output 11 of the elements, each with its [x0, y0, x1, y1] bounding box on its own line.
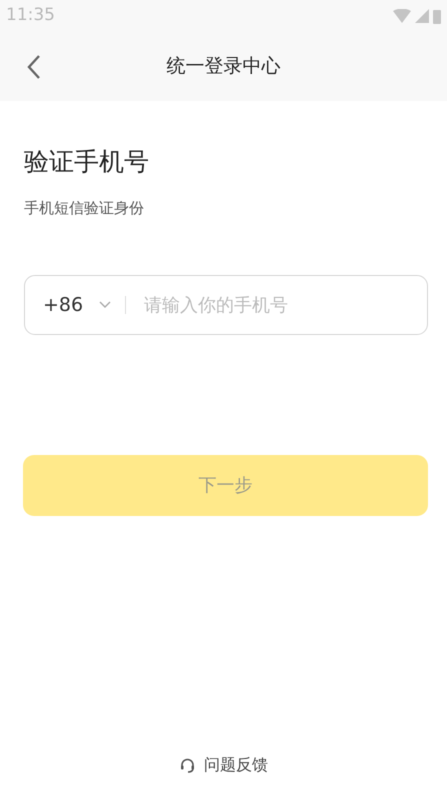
subtitle: 手机短信验证身份 — [24, 198, 145, 218]
page-title: 统一登录中心 — [166, 54, 280, 80]
signal-icon — [415, 9, 429, 23]
country-code[interactable]: +86 — [43, 290, 84, 320]
status-time: 11:35 — [6, 4, 55, 28]
headset-icon — [179, 756, 196, 774]
feedback-link[interactable]: 问题反馈 — [204, 753, 268, 777]
wifi-icon — [393, 9, 411, 23]
heading: 验证手机号 — [24, 146, 150, 178]
phone-field[interactable]: +86 请输入你的手机号 — [24, 275, 428, 335]
battery-icon — [433, 8, 441, 24]
